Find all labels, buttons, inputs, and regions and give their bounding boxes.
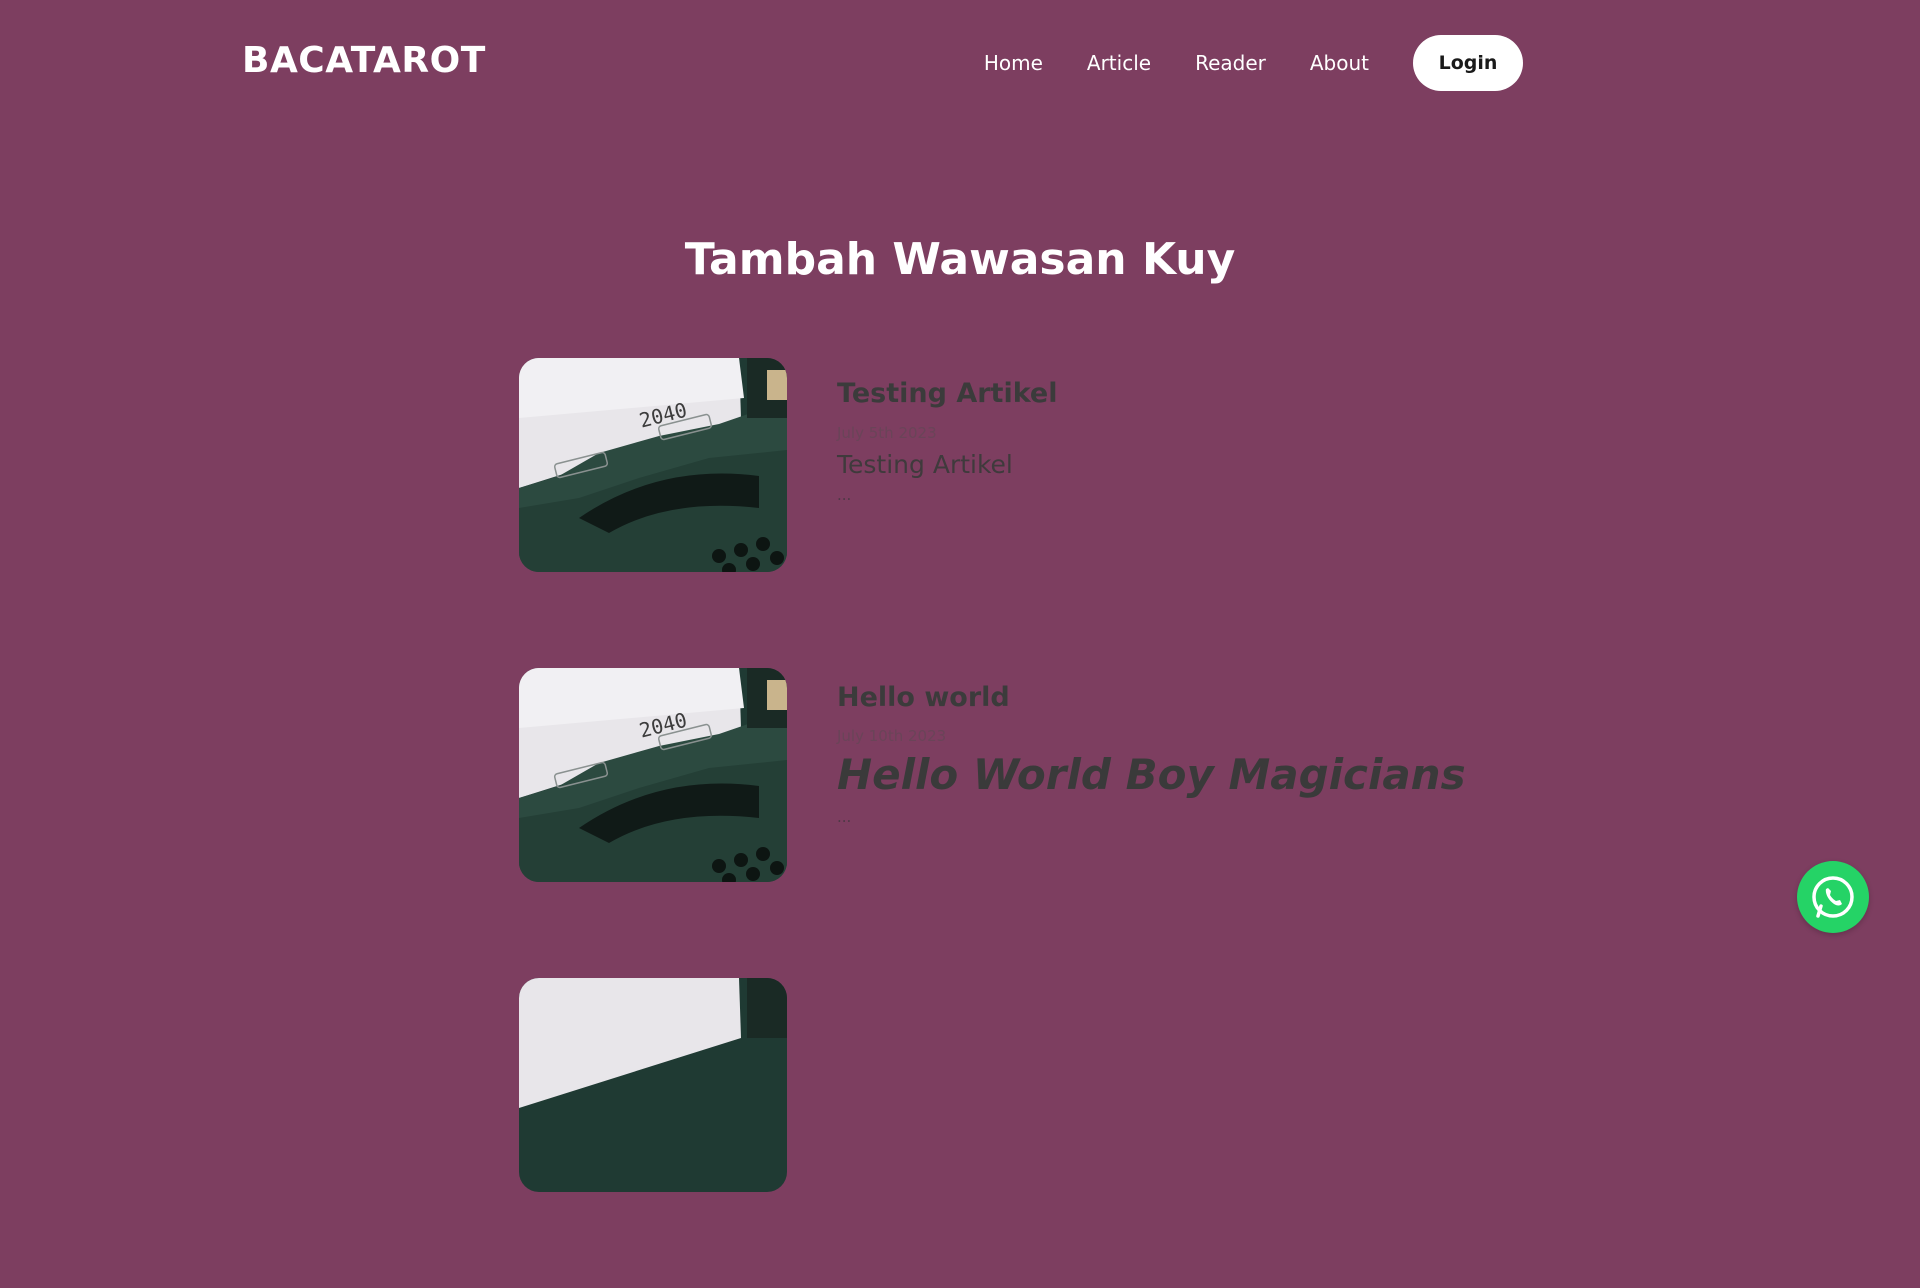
article-date: July 10th 2023: [837, 727, 947, 745]
typewriter-image: 2040: [519, 358, 787, 572]
article-thumbnail[interactable]: 2040: [519, 358, 787, 572]
login-button[interactable]: Login: [1413, 35, 1523, 91]
nav-link-about[interactable]: About: [1310, 51, 1369, 75]
article-ellipsis: ...: [837, 808, 852, 826]
article-excerpt: Testing Artikel: [837, 450, 1013, 479]
brand-logo[interactable]: BACATAROT: [242, 40, 486, 81]
article-thumbnail[interactable]: 2040: [519, 668, 787, 882]
article-list: 2040 Testing Artikel July 5th 2023 Testi…: [519, 358, 1519, 1288]
article-ellipsis: ...: [837, 486, 852, 504]
article-date: July 5th 2023: [837, 424, 937, 442]
article-card: 2040 Hello world July 10th 2023 Hello Wo…: [519, 668, 1519, 978]
nav-links: Home Article Reader About Login: [984, 35, 1523, 91]
typewriter-image: [519, 978, 787, 1192]
typewriter-image: 2040: [519, 668, 787, 882]
nav-link-home[interactable]: Home: [984, 51, 1043, 75]
article-excerpt: Hello World Boy Magicians: [837, 750, 1466, 799]
navbar: BACATAROT Home Article Reader About Logi…: [0, 0, 1920, 126]
article-card: 2040 Testing Artikel July 5th 2023 Testi…: [519, 358, 1519, 668]
nav-link-reader[interactable]: Reader: [1195, 51, 1266, 75]
page-title: Tambah Wawasan Kuy: [684, 234, 1236, 285]
article-title[interactable]: Testing Artikel: [837, 378, 1058, 409]
whatsapp-icon: [1812, 876, 1854, 918]
article-title[interactable]: Hello world: [837, 682, 1010, 713]
whatsapp-button[interactable]: [1797, 861, 1869, 933]
nav-link-article[interactable]: Article: [1087, 51, 1151, 75]
article-thumbnail[interactable]: [519, 978, 787, 1192]
article-card: [519, 978, 1519, 1288]
